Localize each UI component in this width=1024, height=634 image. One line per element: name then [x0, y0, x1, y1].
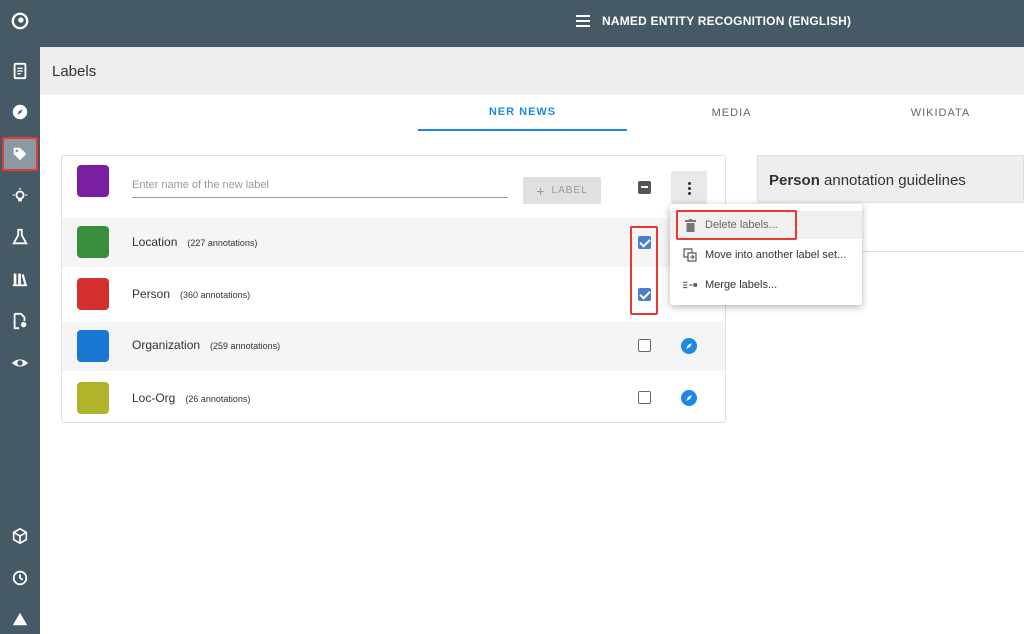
tab-ner-news[interactable]: NER NEWS	[418, 95, 627, 131]
kebab-dot	[687, 186, 691, 190]
project-title-area: NAMED ENTITY RECOGNITION (ENGLISH)	[576, 14, 851, 28]
plus-icon: +	[536, 182, 546, 199]
label-count: (259 annotations)	[210, 341, 281, 351]
compass-icon[interactable]	[681, 390, 697, 406]
page-title: Labels	[52, 63, 97, 80]
project-title: NAMED ENTITY RECOGNITION (ENGLISH)	[602, 14, 852, 28]
more-options-button[interactable]	[671, 171, 707, 205]
label-row[interactable]: Loc-Org (26 annotations)	[62, 371, 725, 423]
add-label-button-text: LABEL	[551, 185, 588, 196]
triangle-logo-icon[interactable]	[2, 602, 38, 634]
history-icon[interactable]	[2, 561, 38, 595]
new-label-row: Enter name of the new label + LABEL	[62, 156, 725, 218]
labels-card: Enter name of the new label + LABEL Loca…	[61, 155, 726, 423]
menu-item-move-labels[interactable]: Move into another label set...	[670, 241, 862, 269]
label-name: Person (360 annotations)	[132, 287, 250, 301]
guidelines-title: Person annotation guidelines	[769, 172, 966, 189]
new-label-input[interactable]: Enter name of the new label	[132, 176, 508, 198]
label-name: Loc-Org (26 annotations)	[132, 391, 250, 405]
eye-settings-icon[interactable]	[2, 346, 38, 380]
guidelines-title-rest: annotation guidelines	[819, 172, 966, 189]
library-icon[interactable]	[2, 262, 38, 296]
flask-icon[interactable]	[2, 220, 38, 254]
cube-icon[interactable]	[2, 519, 38, 553]
label-color-swatch[interactable]	[77, 330, 109, 362]
select-all-checkbox[interactable]	[638, 181, 651, 194]
kebab-dot	[687, 181, 691, 185]
label-color-swatch[interactable]	[77, 226, 109, 258]
label-name: Location (227 annotations)	[132, 235, 257, 249]
label-color-swatch[interactable]	[77, 382, 109, 414]
label-checkbox[interactable]	[638, 339, 651, 352]
menu-item-label: Merge labels...	[705, 279, 778, 291]
file-settings-icon[interactable]	[2, 304, 38, 338]
menu-item-label: Move into another label set...	[705, 249, 847, 261]
merge-icon	[683, 278, 697, 292]
documents-icon[interactable]	[2, 54, 38, 88]
label-row[interactable]: Organization (259 annotations)	[62, 322, 725, 371]
app: NAMED ENTITY RECOGNITION (ENGLISH) Label…	[0, 0, 1024, 634]
guidelines-header: Person annotation guidelines	[757, 155, 1024, 203]
label-name-text: Organization	[132, 338, 201, 352]
menu-icon[interactable]	[576, 15, 590, 27]
menu-item-merge-labels[interactable]: Merge labels...	[670, 271, 862, 299]
left-rail	[0, 0, 40, 634]
label-row[interactable]: Location (227 annotations)	[62, 218, 725, 267]
label-set-tabs: NER NEWS MEDIA WIKIDATA	[40, 95, 1024, 131]
move-icon	[683, 248, 697, 262]
label-name: Organization (259 annotations)	[132, 338, 280, 352]
label-checkbox[interactable]	[638, 391, 651, 404]
kebab-dot	[687, 191, 691, 195]
new-label-color-swatch[interactable]	[77, 165, 109, 197]
delete-labels-highlight	[676, 210, 797, 240]
tab-wikidata[interactable]: WIKIDATA	[836, 95, 1024, 131]
label-name-text: Location	[132, 235, 178, 249]
top-bar: NAMED ENTITY RECOGNITION (ENGLISH)	[40, 0, 1024, 47]
guidelines-label-name: Person	[769, 172, 820, 189]
label-count: (26 annotations)	[185, 394, 251, 404]
logo-icon[interactable]	[2, 4, 38, 38]
label-count: (360 annotations)	[180, 290, 251, 300]
compass-icon[interactable]	[2, 95, 38, 129]
label-count: (227 annotations)	[187, 238, 258, 248]
label-row[interactable]: Person (360 annotations)	[62, 267, 725, 322]
tab-media[interactable]: MEDIA	[627, 95, 836, 131]
compass-icon[interactable]	[681, 338, 697, 354]
label-color-swatch[interactable]	[77, 278, 109, 310]
page-header: Labels	[40, 47, 1024, 95]
label-name-text: Person	[132, 287, 171, 301]
add-label-button[interactable]: + LABEL	[523, 177, 601, 204]
tag-icon[interactable]	[2, 137, 38, 171]
label-name-text: Loc-Org	[132, 391, 176, 405]
checked-labels-highlight	[630, 226, 658, 315]
lightbulb-icon[interactable]	[2, 179, 38, 213]
